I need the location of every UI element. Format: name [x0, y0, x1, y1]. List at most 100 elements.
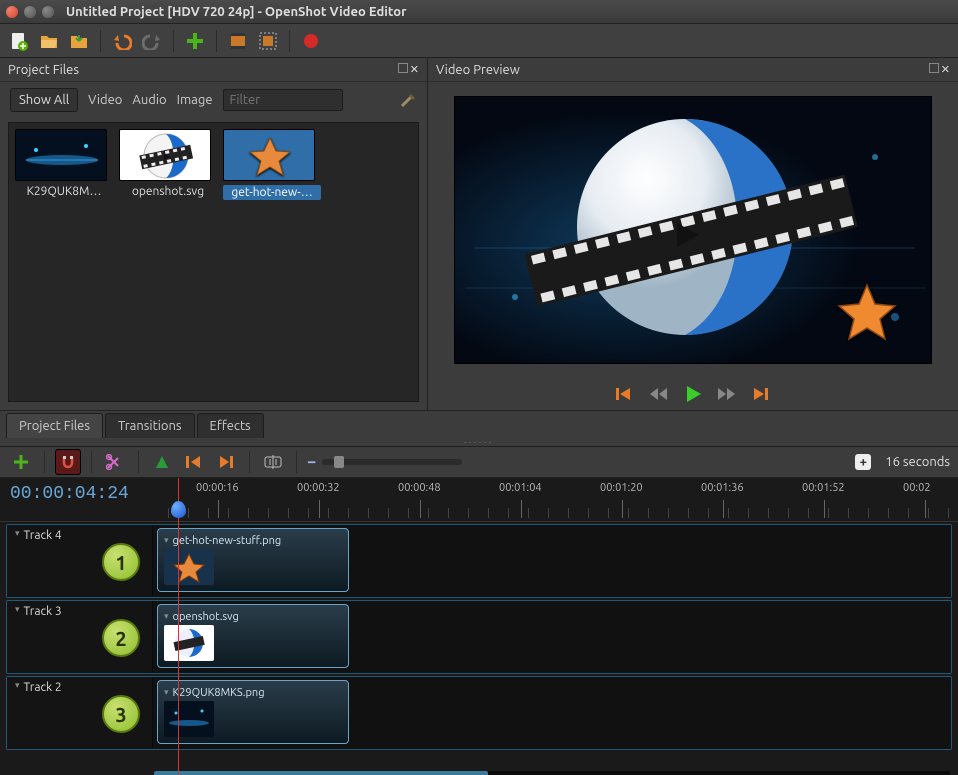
track-name: Track 4	[24, 529, 62, 542]
center-playhead-button[interactable]	[260, 449, 286, 475]
jump-start-button[interactable]	[615, 384, 635, 404]
clip-name: get-hot-new-stuff.png	[173, 535, 282, 547]
close-panel-icon[interactable]: ✕	[410, 63, 419, 76]
ruler-label: 00:02	[903, 482, 931, 494]
ruler-label: 00:01:52	[802, 482, 845, 494]
clip-name: openshot.svg	[173, 611, 239, 623]
save-project-button[interactable]	[66, 28, 92, 54]
project-item[interactable]: openshot.svg	[119, 129, 217, 200]
bottom-tabs: Project Files Transitions Effects	[0, 410, 958, 438]
clip-thumbnail	[164, 549, 214, 585]
window-close-button[interactable]	[6, 6, 18, 18]
track-header[interactable]: ▾Track 23	[7, 677, 153, 749]
clip-thumbnail	[164, 625, 214, 661]
ruler-label: 00:00:48	[398, 482, 441, 494]
add-track-button[interactable]	[8, 449, 34, 475]
main-toolbar	[0, 24, 958, 58]
filter-show-all-button[interactable]: Show All	[10, 88, 78, 112]
undo-button[interactable]	[109, 28, 135, 54]
ruler-scale[interactable]: 00:00:16 00:00:32 00:00:48 00:01:04 00:01:20…	[152, 478, 958, 521]
window-titlebar: Untitled Project [HDV 720 24p] - OpenSho…	[0, 0, 958, 24]
chevron-down-icon[interactable]: ▾	[164, 611, 169, 622]
rewind-button[interactable]	[649, 384, 669, 404]
undock-icon[interactable]	[929, 63, 939, 73]
chevron-down-icon[interactable]: ▾	[164, 687, 169, 698]
clear-filter-icon[interactable]	[399, 91, 417, 109]
track-row[interactable]: ▾ Track 3 2 ▾ openshot.svg	[6, 600, 952, 674]
tab-effects[interactable]: Effects	[197, 413, 264, 438]
track-lane[interactable]: ▾ K29QUK8MKS.png	[153, 677, 951, 749]
timeline-horizontal-scrollbar[interactable]	[154, 771, 950, 775]
track-name: Track 2	[24, 681, 62, 694]
project-item[interactable]: get-hot-new-…	[223, 129, 321, 200]
close-panel-icon[interactable]: ✕	[941, 63, 950, 76]
undock-icon[interactable]	[398, 63, 408, 73]
ruler-label: 00:00:32	[297, 482, 340, 494]
timeline-toolbar: − + 16 seconds	[0, 446, 958, 478]
filter-image-button[interactable]: Image	[177, 93, 213, 107]
project-files-grid[interactable]: K29QUK8M… openshot.svg get-hot-new-…	[8, 122, 419, 402]
tab-project-files[interactable]: Project Files	[6, 413, 103, 438]
timeline-clip[interactable]: ▾ openshot.svg	[157, 604, 349, 668]
ruler-label: 00:01:20	[600, 482, 643, 494]
export-video-button[interactable]	[298, 28, 324, 54]
chevron-down-icon[interactable]: ▾	[15, 528, 20, 539]
next-marker-button[interactable]	[213, 449, 239, 475]
import-files-button[interactable]	[182, 28, 208, 54]
ruler-label: 00:00:16	[196, 482, 239, 494]
timeline-clip[interactable]: ▾ K29QUK8MKS.png	[157, 680, 349, 744]
razor-tool-button[interactable]	[102, 449, 128, 475]
track-row[interactable]: ▾Track 23▾K29QUK8MKS.png	[6, 676, 952, 750]
ruler-label: 00:01:04	[499, 482, 542, 494]
window-title: Untitled Project [HDV 720 24p] - OpenSho…	[66, 5, 406, 19]
project-item[interactable]: K29QUK8M…	[15, 129, 113, 200]
track-header[interactable]: ▾Track 41	[7, 525, 153, 597]
play-button[interactable]	[683, 384, 703, 404]
timeline: 00:00:04:24 00:00:1600:00:3200:00:4800:0…	[0, 478, 958, 775]
panel-drag-handle[interactable]: ······	[0, 438, 958, 446]
fast-forward-button[interactable]	[717, 384, 737, 404]
previous-marker-button[interactable]	[181, 449, 207, 475]
project-item-label: K29QUK8M…	[15, 185, 113, 198]
snap-toggle-button[interactable]	[55, 449, 81, 475]
track-lane[interactable]: ▾ openshot.svg	[153, 601, 951, 673]
preview-canvas[interactable]	[454, 96, 932, 364]
add-marker-button[interactable]	[149, 449, 175, 475]
window-maximize-button[interactable]	[42, 6, 54, 18]
filter-audio-button[interactable]: Audio	[132, 93, 166, 107]
chevron-down-icon[interactable]: ▾	[15, 604, 20, 615]
chevron-down-icon[interactable]: ▾	[15, 680, 20, 691]
filter-input[interactable]	[223, 89, 343, 111]
filter-video-button[interactable]: Video	[88, 93, 122, 107]
zoom-out-icon[interactable]: −	[307, 453, 316, 471]
playhead-grip-icon[interactable]	[171, 501, 186, 518]
project-item-label: openshot.svg	[119, 185, 217, 198]
tab-transitions[interactable]: Transitions	[105, 413, 195, 438]
video-preview-title: Video Preview	[436, 63, 520, 77]
clip-name: K29QUK8MKS.png	[173, 687, 265, 699]
playback-controls	[428, 378, 958, 410]
chevron-down-icon[interactable]: ▾	[164, 535, 169, 546]
video-preview-panel: Video Preview ✕	[428, 58, 958, 410]
project-files-filter-bar: Show All Video Audio Image	[0, 82, 427, 118]
zoom-in-icon[interactable]: +	[855, 454, 871, 470]
choose-profile-button[interactable]	[225, 28, 251, 54]
track-badge: 2	[102, 619, 140, 657]
track-header[interactable]: ▾ Track 3 2	[7, 601, 153, 673]
open-project-button[interactable]	[36, 28, 62, 54]
fullscreen-button[interactable]	[255, 28, 281, 54]
tracks-area[interactable]: ▾Track 41▾get-hot-new-stuff.png▾Track 32…	[0, 522, 958, 775]
new-project-button[interactable]	[6, 28, 32, 54]
track-lane[interactable]: ▾ get-hot-new-stuff.png	[153, 525, 951, 597]
project-files-panel: Project Files ✕ Show All Video Audio Ima…	[0, 58, 428, 410]
window-minimize-button[interactable]	[24, 6, 36, 18]
project-item-label: get-hot-new-…	[223, 185, 321, 200]
jump-end-button[interactable]	[751, 384, 771, 404]
timeline-ruler[interactable]: 00:00:04:24 00:00:1600:00:3200:00:4800:0…	[0, 478, 958, 522]
zoom-slider[interactable]	[322, 459, 462, 465]
track-name: Track 3	[24, 605, 62, 618]
redo-button[interactable]	[139, 28, 165, 54]
playhead-timecode: 00:00:04:24	[10, 484, 129, 504]
track-row[interactable]: ▾Track 41▾get-hot-new-stuff.png	[6, 524, 952, 598]
timeline-clip[interactable]: ▾ get-hot-new-stuff.png	[157, 528, 349, 592]
